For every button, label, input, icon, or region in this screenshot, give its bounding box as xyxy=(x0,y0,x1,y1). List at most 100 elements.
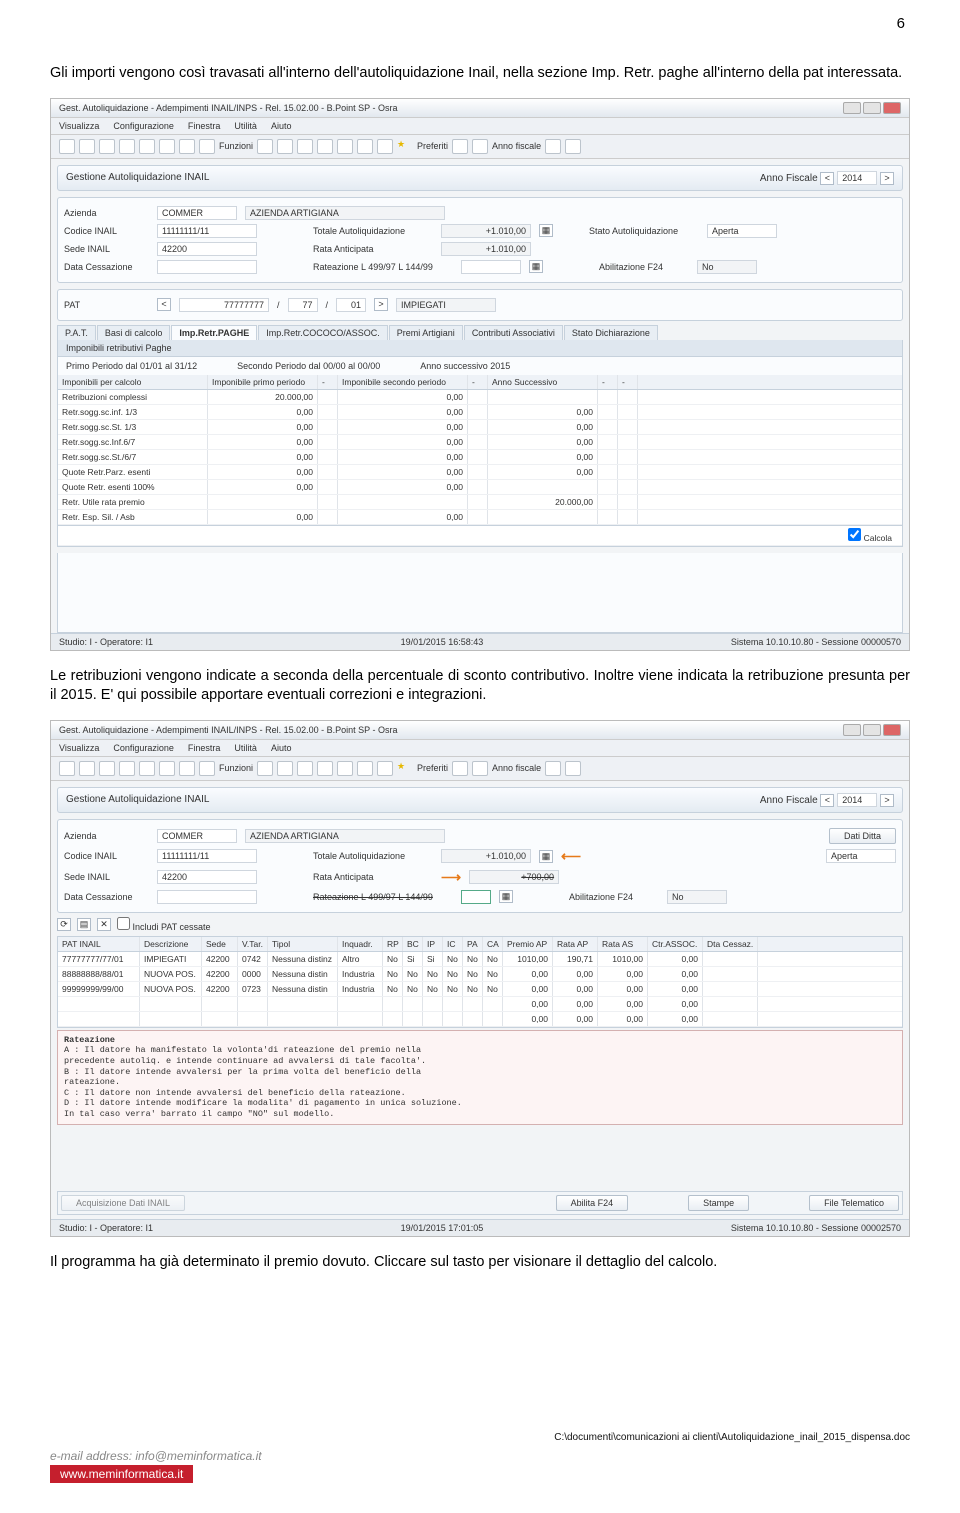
toolbar-icon[interactable] xyxy=(139,139,155,154)
minimize-button[interactable] xyxy=(843,724,861,736)
stampe-button[interactable]: Stampe xyxy=(688,1195,749,1211)
toolbar-icon[interactable] xyxy=(472,761,488,776)
grid-btn[interactable]: ✕ xyxy=(97,918,111,931)
toolbar-icon[interactable] xyxy=(377,139,393,154)
next-year-button[interactable]: > xyxy=(880,794,894,807)
grid-row[interactable]: Retr. Utile rata premio20.000,00 xyxy=(58,495,902,510)
toolbar-icon[interactable] xyxy=(119,139,135,154)
toolbar-icon[interactable] xyxy=(545,761,561,776)
prev-year-button[interactable]: < xyxy=(820,172,834,185)
help-icon[interactable] xyxy=(565,139,581,154)
toolbar-icon[interactable] xyxy=(119,761,135,776)
grid-row[interactable]: 99999999/99/00NUOVA POS.422000723Nessuna… xyxy=(58,982,902,997)
toolbar-icon[interactable] xyxy=(257,139,273,154)
acquisizione-button[interactable]: Acquisizione Dati INAIL xyxy=(61,1195,185,1211)
grid-row[interactable]: Retr.sogg.sc.Inf.6/70,000,000,00 xyxy=(58,435,902,450)
rateazione-value[interactable] xyxy=(461,890,491,904)
menu-item[interactable]: Visualizza xyxy=(59,743,99,753)
includi-checkbox[interactable]: Includi PAT cessate xyxy=(117,917,211,932)
star-icon[interactable]: ★ xyxy=(397,761,413,776)
toolbar-icon[interactable] xyxy=(297,761,313,776)
grid-row[interactable]: Retr. Esp. Sil. / Asb0,000,00 xyxy=(58,510,902,525)
footer-url[interactable]: www.meminformatica.it xyxy=(50,1465,193,1483)
azienda-code[interactable]: COMMER xyxy=(157,206,237,220)
pat-p1[interactable]: 77 xyxy=(288,298,318,312)
grid-btn[interactable]: ▤ xyxy=(77,918,91,931)
tab-pat[interactable]: P.A.T. xyxy=(57,325,96,340)
menu-item[interactable]: Configurazione xyxy=(113,743,174,753)
toolbar-icon[interactable] xyxy=(79,139,95,154)
toolbar-icon[interactable] xyxy=(59,761,75,776)
toolbar-icon[interactable] xyxy=(59,139,75,154)
calcola-checkbox[interactable]: Calcola xyxy=(848,528,892,543)
toolbar-icon[interactable] xyxy=(337,139,353,154)
grid-row[interactable]: Retribuzioni complessi20.000,000,00 xyxy=(58,390,902,405)
prev-pat-button[interactable]: < xyxy=(157,298,171,311)
toolbar-icon[interactable] xyxy=(277,139,293,154)
grid-row[interactable]: Quote Retr.Parz. esenti0,000,000,00 xyxy=(58,465,902,480)
toolbar-icon[interactable] xyxy=(277,761,293,776)
grid-btn[interactable]: ⟳ xyxy=(57,918,71,931)
toolbar-icon[interactable] xyxy=(472,139,488,154)
maximize-button[interactable] xyxy=(863,724,881,736)
grid-row[interactable]: 0,000,000,000,00 xyxy=(58,997,902,1012)
detail-button[interactable]: ▦ xyxy=(539,224,553,237)
sede-value[interactable]: 42200 xyxy=(157,242,257,256)
toolbar-icon[interactable] xyxy=(199,139,215,154)
lookup-button[interactable]: ▦ xyxy=(499,890,513,903)
toolbar-icon[interactable] xyxy=(452,139,468,154)
tab-basi[interactable]: Basi di calcolo xyxy=(97,325,171,340)
tab-stato[interactable]: Stato Dichiarazione xyxy=(564,325,658,340)
codice-inail-value[interactable]: 11111111/11 xyxy=(157,849,257,863)
toolbar-icon[interactable] xyxy=(159,139,175,154)
next-pat-button[interactable]: > xyxy=(374,298,388,311)
cessazione-value[interactable] xyxy=(157,890,257,904)
menu-item[interactable]: Visualizza xyxy=(59,121,99,131)
toolbar-icon[interactable] xyxy=(357,761,373,776)
tab-contributi[interactable]: Contributi Associativi xyxy=(464,325,563,340)
dati-ditta-button[interactable]: Dati Ditta xyxy=(829,828,896,844)
detail-button[interactable]: ▦ xyxy=(539,850,553,863)
star-icon[interactable]: ★ xyxy=(397,139,413,154)
menu-item[interactable]: Configurazione xyxy=(113,121,174,131)
pat-p2[interactable]: 01 xyxy=(336,298,366,312)
toolbar-icon[interactable] xyxy=(317,761,333,776)
grid-row[interactable]: Quote Retr. esenti 100%0,000,00 xyxy=(58,480,902,495)
toolbar-icon[interactable] xyxy=(179,139,195,154)
toolbar-icon[interactable] xyxy=(377,761,393,776)
azienda-code[interactable]: COMMER xyxy=(157,829,237,843)
next-year-button[interactable]: > xyxy=(880,172,894,185)
close-button[interactable] xyxy=(883,102,901,114)
menu-item[interactable]: Aiuto xyxy=(271,121,292,131)
stato-value[interactable]: Aperta xyxy=(707,224,777,238)
tab-premi-artigiani[interactable]: Premi Artigiani xyxy=(389,325,463,340)
abilita-f24-button[interactable]: Abilita F24 xyxy=(556,1195,629,1211)
tab-cococo[interactable]: Imp.Retr.COCOCO/ASSOC. xyxy=(258,325,388,340)
toolbar-icon[interactable] xyxy=(99,761,115,776)
minimize-button[interactable] xyxy=(843,102,861,114)
toolbar-icon[interactable] xyxy=(337,761,353,776)
menu-item[interactable]: Finestra xyxy=(188,121,221,131)
toolbar-icon[interactable] xyxy=(452,761,468,776)
toolbar-icon[interactable] xyxy=(99,139,115,154)
grid-row[interactable]: Retr.sogg.sc.inf. 1/30,000,000,00 xyxy=(58,405,902,420)
tab-imp-retr-paghe[interactable]: Imp.Retr.PAGHE xyxy=(171,325,257,340)
grid-row[interactable]: 0,000,000,000,00 xyxy=(58,1012,902,1027)
toolbar-icon[interactable] xyxy=(199,761,215,776)
toolbar-icon[interactable] xyxy=(297,139,313,154)
menu-item[interactable]: Utilità xyxy=(234,121,257,131)
grid-row[interactable]: Retr.sogg.sc.St./6/70,000,000,00 xyxy=(58,450,902,465)
cessazione-value[interactable] xyxy=(157,260,257,274)
prev-year-button[interactable]: < xyxy=(820,794,834,807)
toolbar-icon[interactable] xyxy=(317,139,333,154)
toolbar-icon[interactable] xyxy=(257,761,273,776)
toolbar-icon[interactable] xyxy=(545,139,561,154)
toolbar-icon[interactable] xyxy=(139,761,155,776)
file-telematico-button[interactable]: File Telematico xyxy=(809,1195,899,1211)
pat-code[interactable]: 77777777 xyxy=(179,298,269,312)
toolbar-icon[interactable] xyxy=(179,761,195,776)
close-button[interactable] xyxy=(883,724,901,736)
help-icon[interactable] xyxy=(565,761,581,776)
menu-item[interactable]: Finestra xyxy=(188,743,221,753)
lookup-button[interactable]: ▦ xyxy=(529,260,543,273)
